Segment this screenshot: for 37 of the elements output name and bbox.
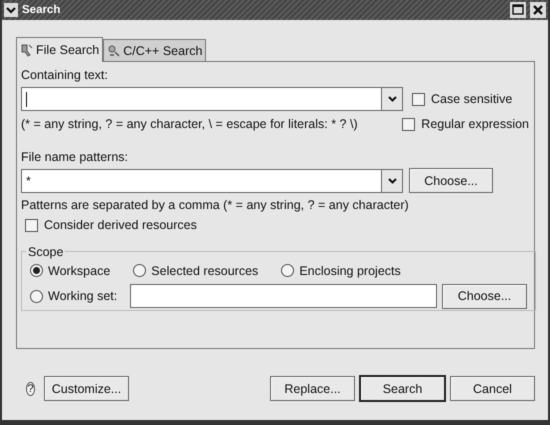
checkbox[interactable] (25, 218, 38, 232)
cancel-button[interactable]: Cancel (450, 376, 535, 401)
replace-button[interactable]: Replace... (270, 376, 355, 401)
hint-text: Patterns are separated by a comma (* = any string, ? = any character) (21, 198, 410, 212)
group-title: Scope (27, 244, 64, 258)
radio-label: Working set: (48, 289, 118, 303)
containing-text-combo[interactable] (21, 87, 403, 111)
caret-icon (388, 178, 396, 184)
checkbox[interactable] (402, 118, 416, 130)
field-label: File name patterns: (21, 150, 129, 164)
tab[interactable]: C/C++ Search (103, 39, 206, 61)
choose-button[interactable]: Choose... (409, 168, 493, 193)
choose-button[interactable]: Choose... (442, 284, 527, 308)
radio-button[interactable] (30, 290, 43, 302)
menu-icon[interactable] (4, 3, 18, 17)
radio-label: Selected resources (151, 264, 258, 278)
checkbox-label: Regular expression (421, 117, 529, 131)
radio-label: Workspace (48, 264, 110, 278)
radio-button[interactable] (30, 264, 43, 277)
checkbox-label: Case sensitive (431, 92, 512, 106)
hint-text: (* = any string, ? = any character, \ = escape for literals: * ? \) (21, 117, 358, 131)
caret-icon (388, 96, 396, 102)
checkbox-label: Consider derived resources (44, 218, 197, 232)
help-icon[interactable]: ? (26, 382, 35, 396)
working-set-field[interactable] (130, 284, 437, 308)
radio-button[interactable] (281, 264, 294, 277)
checkbox[interactable] (412, 92, 425, 106)
maximize-icon[interactable] (510, 2, 526, 18)
close-icon[interactable] (530, 2, 546, 18)
file-pattern-combo[interactable]: * (21, 168, 403, 192)
tab[interactable]: File Search (16, 37, 104, 62)
radio-label: Enclosing projects (299, 264, 401, 278)
window-title: Search (22, 4, 62, 16)
customize-button[interactable]: Customize... (44, 376, 129, 401)
radio-button[interactable] (133, 264, 146, 277)
field-label: Containing text: (21, 68, 109, 82)
search-button[interactable]: Search (360, 376, 445, 401)
